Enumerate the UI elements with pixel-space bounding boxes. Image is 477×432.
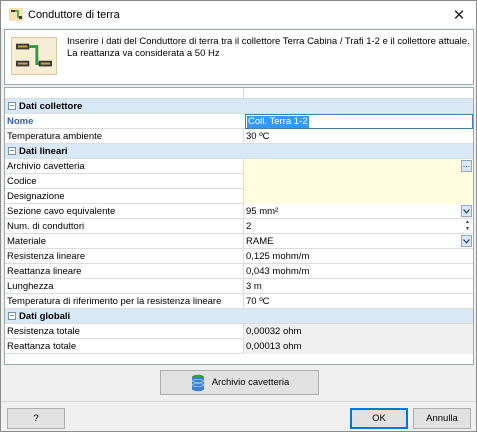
property-row-num-conduttori[interactable]: Num. di conduttori 2 ▲ ▼ [5,219,473,234]
property-row-resistenza-lineare[interactable]: Resistenza lineare 0,125 mohm/m [5,249,473,264]
property-label: Nome [7,116,34,127]
archivio-cavetteria-button[interactable]: Archivio cavetteria [160,370,319,395]
help-button[interactable]: ? [7,408,65,429]
category-dati-globali[interactable]: − Dati globali [5,309,473,324]
property-row-temperatura-riferimento[interactable]: Temperatura di riferimento per la resist… [5,294,473,309]
property-row-reattanza-lineare[interactable]: Reattanza lineare 0,043 mohm/m [5,264,473,279]
title-bar: Conduttore di terra ✕ [1,1,476,28]
property-row-designazione[interactable]: Designazione [5,189,473,204]
property-grid: − Dati collettore Nome Coll. Terra 1-2 T… [4,87,474,365]
database-icon [191,374,205,391]
property-value[interactable]: 3 m [243,279,473,294]
chevron-down-icon[interactable] [461,205,472,217]
ok-button[interactable]: OK [350,408,408,429]
property-row-codice[interactable]: Codice [5,174,473,189]
property-value[interactable]: 70 ºC [243,294,473,309]
electrical-ground-icon [9,8,23,21]
nome-input[interactable]: Coll. Terra 1-2 [245,114,473,129]
property-row-nome[interactable]: Nome Coll. Terra 1-2 [5,114,473,129]
window-title: Conduttore di terra [28,9,120,21]
property-value: 0,00013 ohm [243,339,473,354]
num-conduttori-stepper[interactable]: 2 ▲ ▼ [243,219,473,234]
close-button[interactable]: ✕ [442,1,476,28]
property-row-archivio-cavetteria[interactable]: Archivio cavetteria ... [5,159,473,174]
collapse-icon[interactable]: − [8,102,16,110]
property-row-resistenza-totale: Resistenza totale 0,00032 ohm [5,324,473,339]
property-value[interactable] [243,174,473,189]
header-description: Inserire i dati del Conduttore di terra … [67,36,470,47]
cancel-button[interactable]: Annulla [413,408,471,429]
ground-conductor-icon [11,37,57,75]
property-value[interactable]: 0,043 mohm/m [243,264,473,279]
property-row-lunghezza[interactable]: Lunghezza 3 m [5,279,473,294]
ellipsis-icon[interactable]: ... [461,160,472,172]
property-row-temperatura-ambiente[interactable]: Temperatura ambiente 30 ºC [5,129,473,144]
dialog-window: Conduttore di terra ✕ Inserire i dati de… [0,0,477,432]
header-note: La reattanza va considerata a 50 Hz [67,48,220,59]
property-value[interactable]: 30 ºC [243,129,473,144]
close-icon: ✕ [452,6,466,24]
chevron-down-icon[interactable] [461,235,472,247]
category-dati-lineari[interactable]: − Dati lineari [5,144,473,159]
collapse-icon[interactable]: − [8,312,16,320]
collapse-icon[interactable]: − [8,147,16,155]
divider [1,401,476,402]
property-row-reattanza-totale: Reattanza totale 0,00013 ohm [5,339,473,354]
property-value: 0,00032 ohm [243,324,473,339]
property-value[interactable]: ... [243,159,473,174]
grid-header-row [5,88,473,99]
property-row-sezione-cavo[interactable]: Sezione cavo equivalente 95 mm² [5,204,473,219]
spinner-icon[interactable]: ▲ ▼ [463,219,472,234]
property-value[interactable] [243,189,473,204]
category-dati-collettore[interactable]: − Dati collettore [5,99,473,114]
property-value[interactable]: 0,125 mohm/m [243,249,473,264]
info-header: Inserire i dati del Conduttore di terra … [4,29,474,85]
materiale-select[interactable]: RAME [243,234,473,249]
property-row-materiale[interactable]: Materiale RAME [5,234,473,249]
sezione-select[interactable]: 95 mm² [243,204,473,219]
